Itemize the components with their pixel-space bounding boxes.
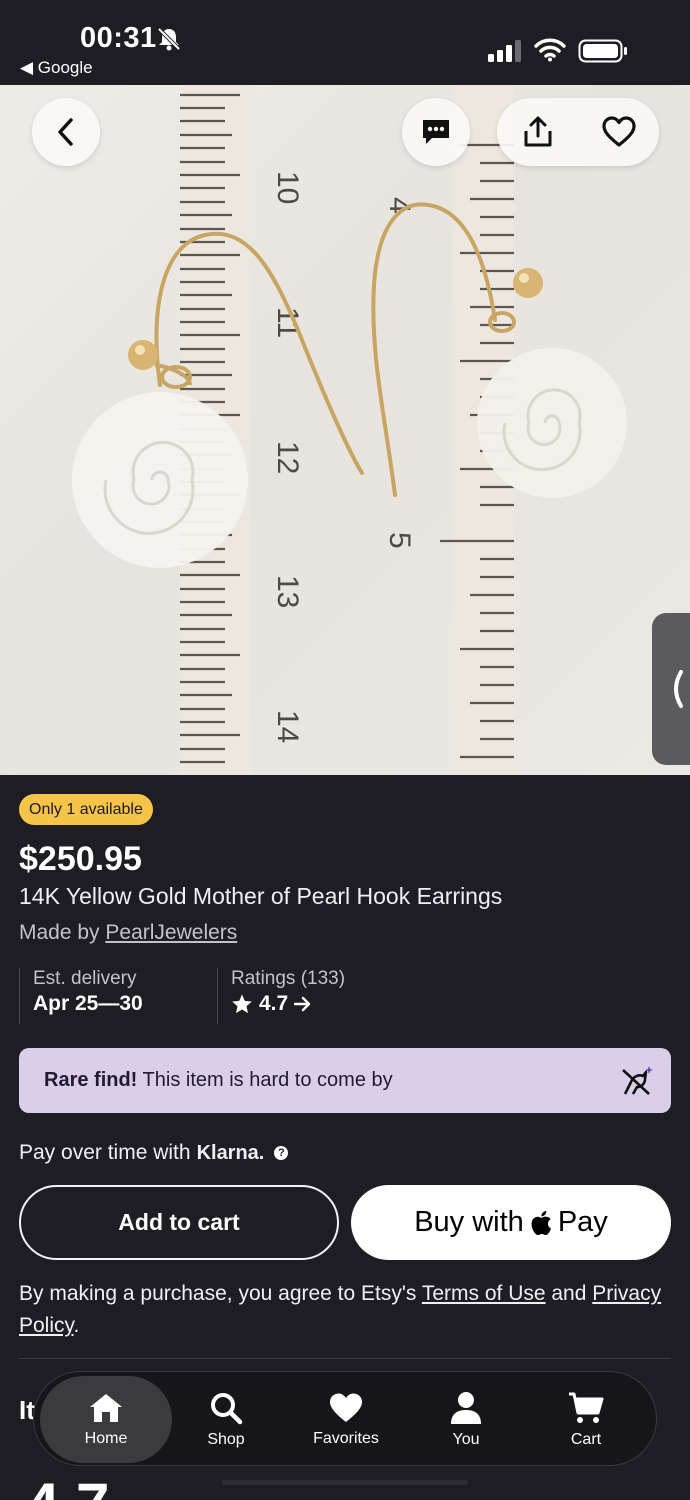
legal-prefix: By making a purchase, you agree to Etsy'…	[19, 1282, 422, 1305]
share-favorite-group	[497, 98, 659, 166]
home-icon	[90, 1393, 122, 1422]
back-to-google-link[interactable]: ◀ Google	[20, 58, 93, 78]
status-bar: 00:31 ◀ Google	[0, 0, 690, 85]
delivery-label: Est. delivery	[33, 968, 137, 989]
buy-with-label: Buy with	[414, 1206, 524, 1238]
svg-text:12: 12	[271, 441, 304, 474]
product-photo: 10 11 12 13 14 4 5	[72, 85, 627, 775]
svg-text:13: 13	[271, 575, 304, 608]
delivery-info: Est. delivery Apr 25—30	[19, 968, 143, 1024]
legal-suffix: .	[73, 1314, 80, 1337]
tab-cart[interactable]: Cart	[526, 1372, 646, 1467]
rare-find-bold: Rare find!	[44, 1069, 138, 1091]
legal-notice: By making a purchase, you agree to Etsy'…	[19, 1278, 669, 1342]
status-time: 00:31	[80, 22, 157, 54]
help-icon[interactable]: ?	[274, 1146, 289, 1160]
tab-label: Shop	[207, 1430, 245, 1448]
shop-link[interactable]: PearlJewelers	[105, 921, 237, 944]
stock-badge: Only 1 available	[19, 794, 153, 825]
tab-label: You	[452, 1430, 480, 1448]
product-title: 14K Yellow Gold Mother of Pearl Hook Ear…	[19, 883, 503, 909]
add-to-cart-button[interactable]: Add to cart	[19, 1185, 339, 1260]
apple-logo-icon	[531, 1210, 551, 1235]
tab-home[interactable]: Home	[40, 1376, 172, 1463]
section-divider	[19, 1358, 671, 1359]
back-button[interactable]	[32, 98, 100, 166]
apple-pay-button[interactable]: Buy with Pay	[351, 1185, 671, 1260]
person-icon	[451, 1391, 481, 1424]
ratings-value-row: 4.7	[231, 992, 345, 1016]
ratings-label: Ratings (133)	[231, 968, 346, 989]
chevron-left-icon	[58, 118, 73, 146]
tab-label: Favorites	[313, 1429, 379, 1447]
heart-outline-icon	[601, 116, 636, 147]
favorite-button[interactable]	[578, 98, 659, 166]
unicorn-sparkle-icon	[622, 1066, 653, 1095]
cellular-signal-icon	[488, 40, 521, 62]
wifi-icon	[534, 38, 566, 62]
klarna-logo: Klarna.	[196, 1141, 265, 1164]
message-seller-button[interactable]	[402, 98, 470, 166]
svg-text:5: 5	[383, 532, 416, 549]
cart-icon	[569, 1392, 604, 1423]
chat-bubble-icon	[423, 120, 449, 144]
bottom-tab-bar: Home Shop Favorites You Cart	[33, 1371, 657, 1466]
rare-find-banner: Rare find! This item is hard to come by	[19, 1048, 671, 1113]
klarna-financing[interactable]: Pay over time with Klarna. ?	[19, 1141, 289, 1165]
ratings-value: 4.7	[259, 992, 289, 1015]
made-by: Made by PearlJewelers	[19, 921, 237, 945]
tab-label: Home	[84, 1429, 128, 1447]
klarna-text: Pay over time with	[19, 1141, 191, 1164]
legal-and: and	[545, 1282, 593, 1305]
made-by-prefix: Made by	[19, 921, 106, 944]
terms-of-use-link[interactable]: Terms of Use	[422, 1282, 546, 1305]
star-icon	[232, 994, 252, 1014]
home-indicator	[222, 1480, 468, 1485]
ratings-info[interactable]: Ratings (133) 4.7	[217, 968, 345, 1024]
price: $250.95	[19, 840, 142, 878]
chevron-left-icon	[674, 670, 683, 708]
tab-shop[interactable]: Shop	[166, 1372, 286, 1467]
tab-favorites[interactable]: Favorites	[286, 1372, 406, 1467]
product-image-carousel[interactable]: 10 11 12 13 14 4 5	[0, 85, 690, 775]
svg-text:10: 10	[271, 171, 304, 204]
share-icon	[524, 116, 551, 147]
share-button[interactable]	[497, 98, 578, 166]
rating-big-number-peek: 4.7	[26, 1470, 109, 1500]
svg-text:14: 14	[271, 710, 304, 743]
heart-icon	[330, 1393, 362, 1422]
tab-label: Cart	[570, 1430, 602, 1448]
bell-muted-icon	[157, 27, 181, 51]
side-panel-handle[interactable]	[652, 613, 690, 765]
rare-find-text: This item is hard to come by	[137, 1069, 393, 1091]
pay-label: Pay	[557, 1206, 608, 1238]
battery-icon	[578, 39, 627, 63]
arrow-right-icon	[294, 996, 311, 1012]
search-icon	[211, 1392, 243, 1424]
delivery-value: Apr 25—30	[33, 992, 143, 1015]
tab-you[interactable]: You	[406, 1372, 526, 1467]
